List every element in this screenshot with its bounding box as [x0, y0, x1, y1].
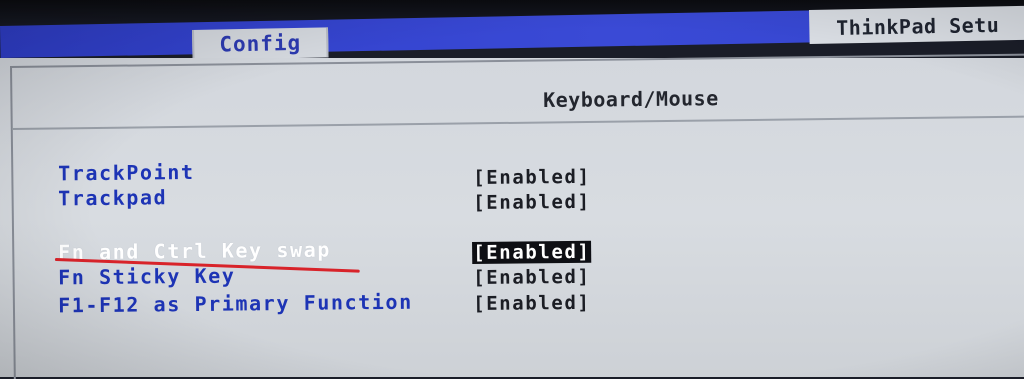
setting-value-text: [Enabled] [473, 265, 591, 290]
panel-frame [10, 53, 1024, 379]
setting-value-text: [Enabled] [473, 291, 591, 316]
setting-label: TrackPoint [57, 159, 195, 186]
setting-value-text: [Enabled] [473, 190, 591, 215]
tab-config[interactable]: Config [192, 27, 329, 60]
app-title: ThinkPad Setu [836, 12, 1000, 40]
setting-label: Trackpad [57, 185, 168, 211]
setting-value[interactable]: [Enabled] [472, 191, 592, 214]
tab-config-label: Config [219, 30, 302, 57]
setting-value[interactable]: [Enabled] [472, 292, 592, 315]
section-title: Keyboard/Mouse [543, 86, 719, 112]
setting-value[interactable]: [Enabled] [472, 266, 592, 289]
setting-label: Fn Sticky Key [57, 263, 236, 290]
setting-label: F1-F12 as Primary Function [57, 289, 413, 318]
